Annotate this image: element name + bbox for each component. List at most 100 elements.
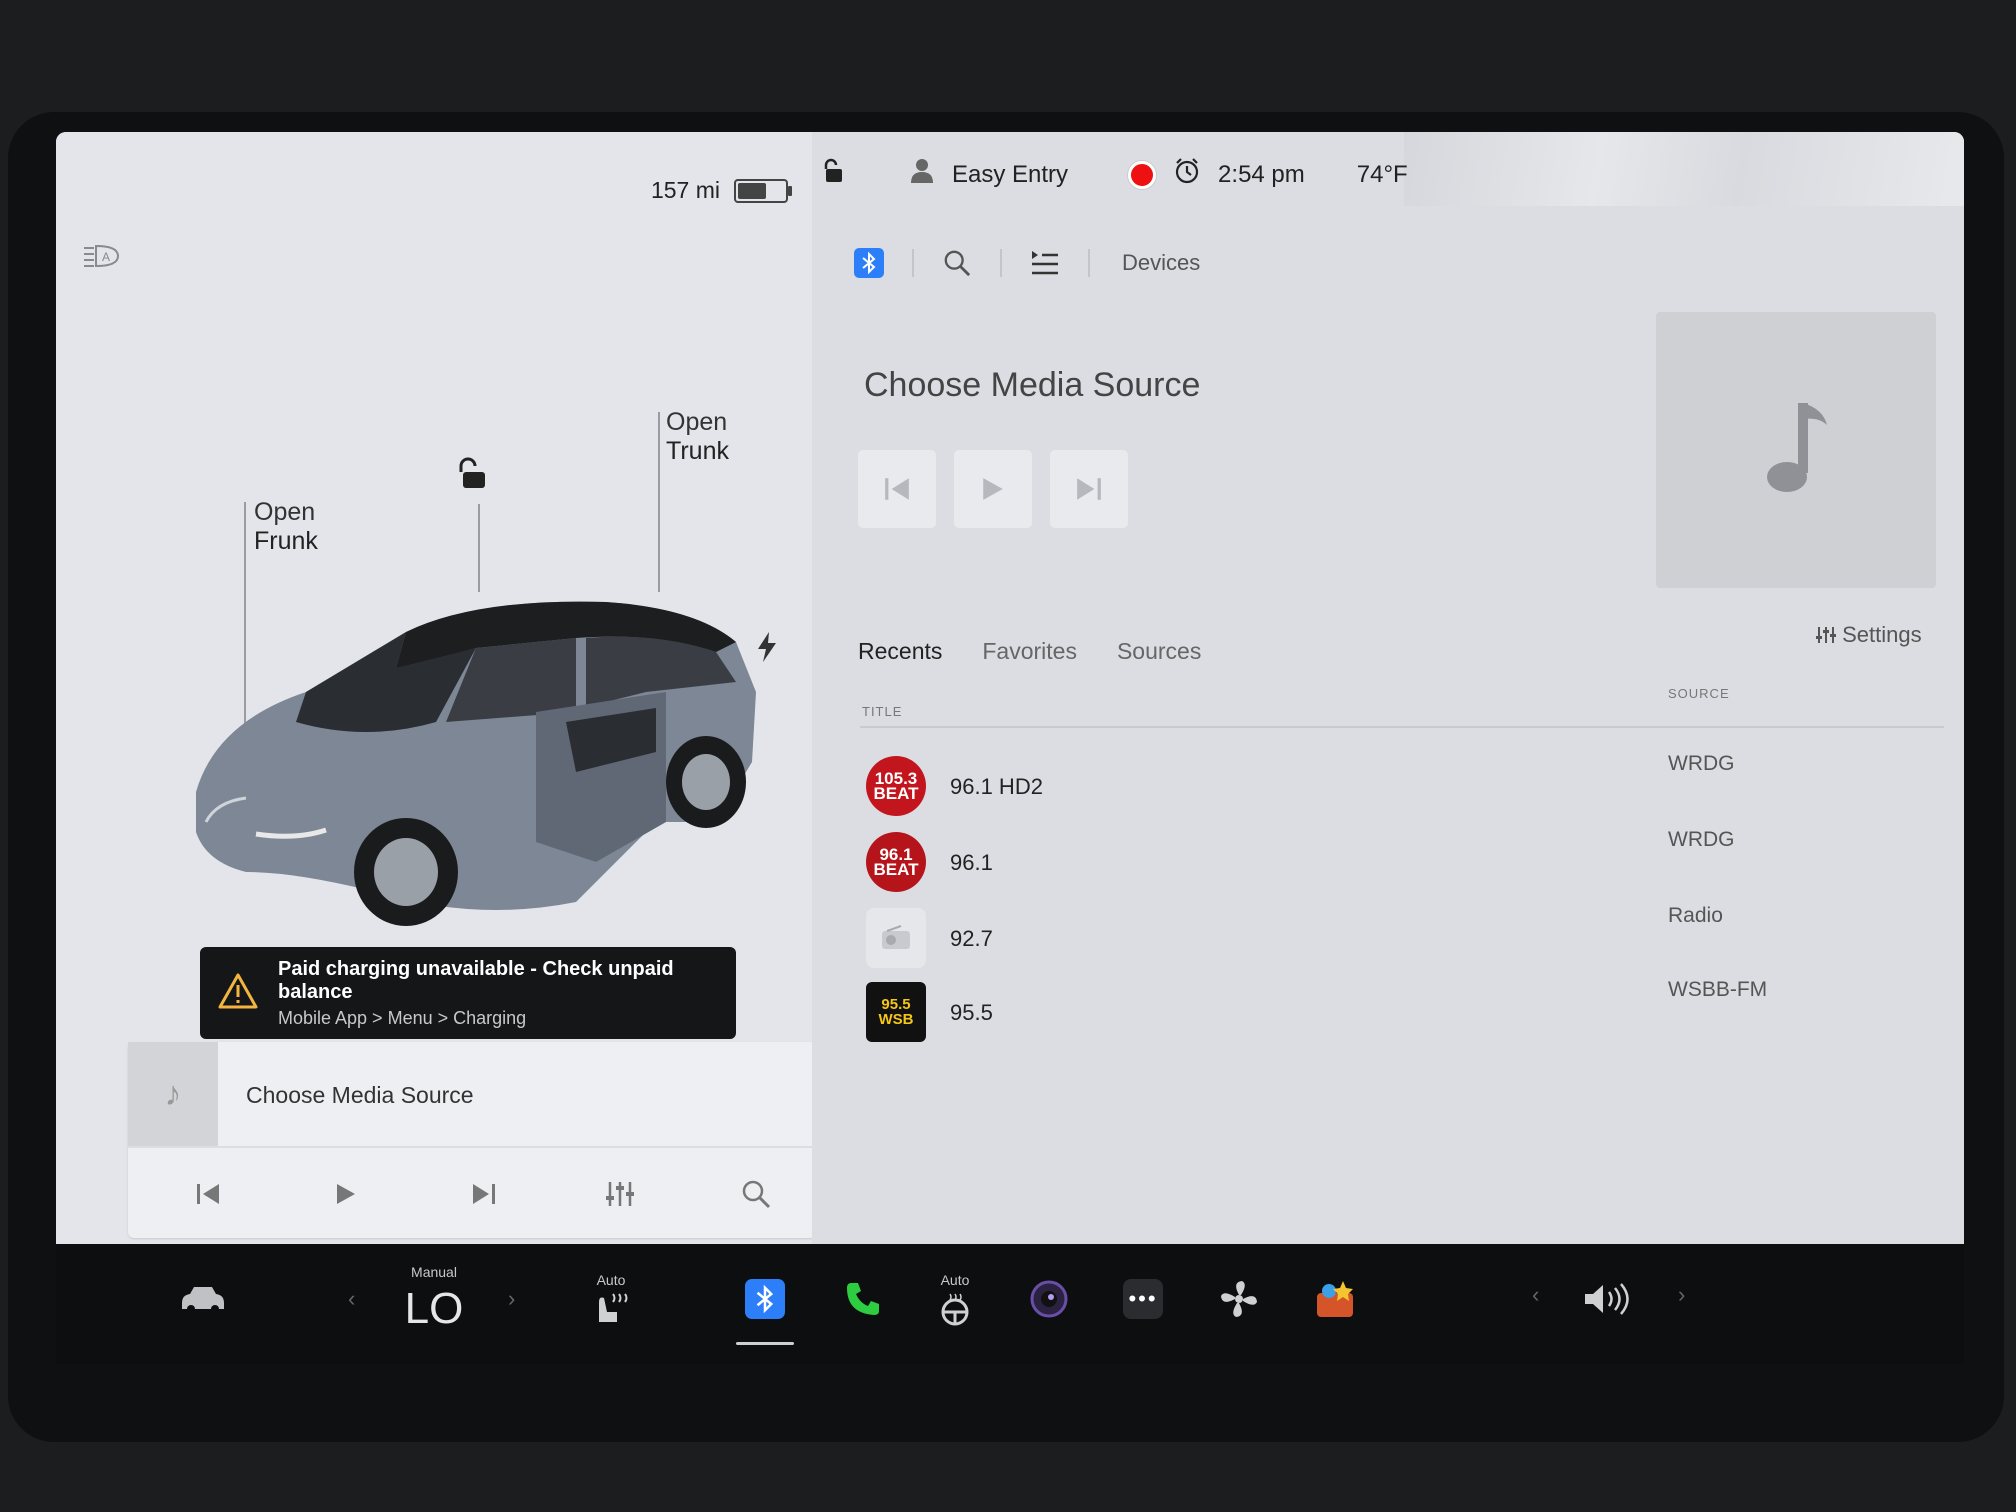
station-logo-text: 96.1 BEAT (873, 845, 919, 879)
open-trunk-label-1: Open (666, 408, 728, 436)
next-track-button[interactable] (444, 1154, 524, 1234)
car-controls-button[interactable] (168, 1244, 238, 1354)
station-logo-text: 105.3 BEAT (873, 769, 919, 803)
climate-temp-value: LO (404, 1284, 464, 1333)
media-controls (858, 450, 1128, 528)
car-image (196, 601, 756, 926)
next-track-button[interactable] (1050, 450, 1128, 528)
open-frunk-label-2: Frunk (254, 527, 318, 555)
bluetooth-source-button[interactable] (840, 242, 898, 284)
top-status-bar: Easy Entry 2:54 pm 74°F (812, 132, 1964, 206)
steering-wheel-heater-icon (941, 1293, 969, 1326)
station-logo-text: 95.5 WSB (878, 996, 914, 1028)
battery-icon (734, 178, 792, 203)
phone-app-button[interactable] (830, 1244, 896, 1354)
station-title: 95.5 (950, 1000, 993, 1025)
more-apps-button[interactable]: ••• (1110, 1244, 1176, 1354)
temp-down-arrow[interactable]: ‹ (348, 1286, 355, 1312)
wheel-heat-mode-label: Auto (940, 1272, 970, 1288)
column-header-source: SOURCE (1668, 686, 1730, 701)
phone-icon (847, 1283, 879, 1315)
tab-favorites[interactable]: Favorites (982, 638, 1077, 665)
car-panel: A 157 mi Open Frunk Open Trunk Paid char… (56, 132, 816, 1272)
alert-title: Paid charging unavailable - Check unpaid… (278, 957, 674, 1003)
toolbar-divider (1088, 249, 1090, 277)
equalizer-icon[interactable] (580, 1154, 660, 1234)
radio-icon (866, 908, 926, 968)
auto-headlights-icon[interactable]: A (82, 242, 122, 277)
unlock-status-icon[interactable] (822, 158, 846, 191)
play-button[interactable] (306, 1154, 386, 1234)
recent-station-row[interactable]: 95.5 WSB 95.5 WSBB-FM (860, 978, 1940, 1048)
volume-button[interactable] (1572, 1244, 1642, 1354)
toybox-app-button[interactable] (1302, 1244, 1368, 1354)
header-divider (860, 726, 1944, 728)
alarm-clock-icon[interactable] (1174, 158, 1200, 191)
media-tabs: Recents Favorites Sources (858, 638, 1201, 665)
speaker-volume-icon (1585, 1283, 1629, 1315)
recent-station-row[interactable]: 92.7 Radio (860, 904, 1940, 974)
station-title: 96.1 (950, 850, 993, 875)
station-source: WRDG (1668, 752, 1735, 775)
fan-button[interactable] (1206, 1244, 1272, 1354)
camera-icon (1030, 1280, 1068, 1318)
music-note-icon (1767, 403, 1827, 492)
settings-label: Settings (1842, 622, 1922, 647)
toolbar-divider (912, 249, 914, 277)
volume-down-arrow[interactable]: ‹ (1532, 1282, 1539, 1308)
dashcam-record-icon[interactable] (1128, 160, 1157, 189)
mini-player-divider (128, 1146, 816, 1148)
open-trunk-label-2: Trunk (666, 437, 729, 465)
car-icon (182, 1287, 224, 1313)
previous-track-button[interactable] (168, 1154, 248, 1234)
toolbar-divider (1000, 249, 1002, 277)
seat-heat-mode-label: Auto (596, 1272, 626, 1288)
volume-up-arrow[interactable]: › (1678, 1282, 1685, 1308)
previous-track-button[interactable] (858, 450, 936, 528)
driver-profile-name[interactable]: Easy Entry (952, 161, 1068, 189)
open-trunk-button[interactable]: Open Trunk (666, 408, 729, 466)
bluetooth-app-button[interactable] (732, 1244, 798, 1354)
climate-mode-label: Manual (411, 1264, 457, 1280)
steering-wheel-heater-button[interactable]: Auto (922, 1244, 988, 1354)
status-right: Easy Entry 2:54 pm 74°F (822, 158, 1408, 191)
devices-tab[interactable]: Devices (1122, 250, 1200, 276)
charging-alert[interactable]: Paid charging unavailable - Check unpaid… (200, 947, 736, 1039)
warning-icon (218, 973, 258, 1014)
temp-up-arrow[interactable]: › (508, 1286, 515, 1312)
search-icon[interactable] (716, 1154, 796, 1234)
search-icon (944, 250, 971, 277)
queue-button[interactable] (1016, 242, 1074, 284)
media-source-title: Choose Media Source (864, 366, 1201, 404)
media-panel: Easy Entry 2:54 pm 74°F Devices Choose M… (812, 132, 1964, 1272)
bottom-dock: ‹ Manual LO › Auto Auto ••• ‹ › (56, 1244, 1964, 1364)
tab-sources[interactable]: Sources (1117, 638, 1201, 665)
range-text: 157 mi (650, 177, 720, 203)
camera-app-button[interactable] (1016, 1244, 1082, 1354)
recent-station-row[interactable]: 96.1 BEAT 96.1 WRDG (860, 828, 1940, 898)
music-note-icon: ♪ (128, 1042, 218, 1146)
touchscreen: A 157 mi Open Frunk Open Trunk Paid char… (56, 132, 1964, 1272)
seat-heater-button[interactable]: Auto (576, 1244, 646, 1354)
play-button[interactable] (954, 450, 1032, 528)
station-title: 92.7 (950, 926, 993, 951)
column-header-title: TITLE (862, 704, 903, 719)
driver-profile-icon[interactable] (910, 158, 934, 191)
tab-recents[interactable]: Recents (858, 638, 942, 665)
outside-temperature: 74°F (1356, 160, 1408, 188)
media-settings-button[interactable]: Settings (1816, 622, 1922, 648)
open-frunk-button[interactable]: Open Frunk (254, 498, 318, 556)
status-left: 157 mi (650, 177, 792, 204)
station-logo: 96.1 BEAT (866, 832, 926, 892)
media-search-button[interactable] (928, 242, 986, 284)
mini-player-title[interactable]: Choose Media Source (246, 1082, 474, 1109)
media-toolbar: Devices (840, 242, 1200, 284)
station-title: 96.1 HD2 (950, 774, 1043, 799)
station-source: WRDG (1668, 828, 1735, 851)
climate-temperature[interactable]: Manual LO (384, 1244, 484, 1354)
sliders-icon (1816, 627, 1836, 643)
unlock-icon[interactable] (457, 456, 491, 497)
mini-media-player: ♪ Choose Media Source (128, 1042, 816, 1238)
recent-station-row[interactable]: 105.3 BEAT 96.1 HD2 WRDG (860, 752, 1940, 822)
trunk-leader-line (658, 412, 660, 592)
